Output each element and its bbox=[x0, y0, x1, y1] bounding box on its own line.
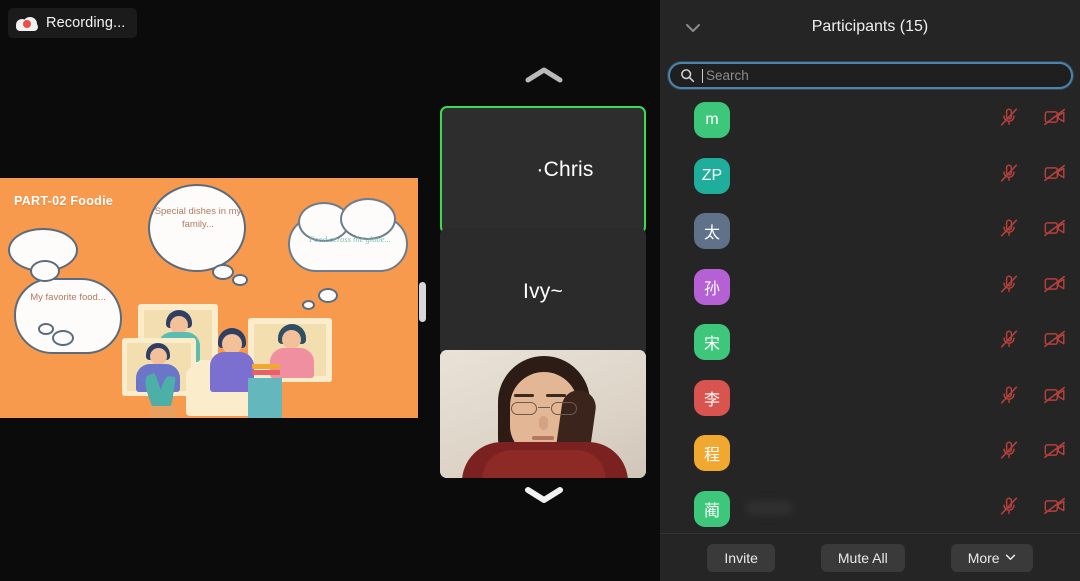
book-1 bbox=[252, 370, 280, 375]
participant-row[interactable]: 蔺 bbox=[660, 481, 1080, 533]
mic-muted-icon[interactable] bbox=[994, 326, 1024, 352]
shared-slide: My favorite food... Special dishes in my… bbox=[0, 178, 418, 418]
chevron-down-icon bbox=[1005, 554, 1015, 560]
figure-head-2 bbox=[150, 348, 167, 365]
invite-button[interactable]: Invite bbox=[707, 543, 775, 572]
video-off-icon[interactable] bbox=[1040, 215, 1070, 241]
video-tile-name: Ivy~ bbox=[523, 280, 563, 303]
avatar: m bbox=[694, 102, 730, 138]
shared-screen: My favorite food... Special dishes in my… bbox=[0, 178, 418, 418]
video-off-icon[interactable] bbox=[1040, 382, 1070, 408]
search-placeholder: Search bbox=[706, 68, 749, 83]
side-table bbox=[248, 378, 282, 418]
recording-indicator: Recording... bbox=[8, 8, 138, 38]
mic-muted-icon[interactable] bbox=[994, 493, 1024, 519]
video-off-icon[interactable] bbox=[1040, 160, 1070, 186]
more-button[interactable]: More bbox=[950, 543, 1033, 572]
mic-muted-icon[interactable] bbox=[994, 437, 1024, 463]
video-off-icon[interactable] bbox=[1040, 493, 1070, 519]
avatar: 李 bbox=[694, 379, 730, 416]
figure-head-3 bbox=[282, 330, 301, 349]
text-caret bbox=[702, 68, 703, 83]
participant-status-icons bbox=[994, 104, 1070, 130]
avatar: 太 bbox=[694, 213, 730, 249]
chevron-up-icon bbox=[525, 67, 563, 83]
participant-row[interactable]: ZP bbox=[660, 148, 1080, 204]
thought-tail-4 bbox=[232, 274, 248, 286]
search-input[interactable]: Search bbox=[668, 62, 1073, 89]
avatar: 程 bbox=[694, 435, 730, 471]
mic-muted-icon[interactable] bbox=[994, 104, 1024, 130]
bubble-text-right: Food across the globe... bbox=[309, 234, 391, 244]
bubble-text-left: My favorite food... bbox=[30, 292, 106, 303]
video-off-icon[interactable] bbox=[1040, 326, 1070, 352]
share-scrollbar[interactable] bbox=[419, 282, 426, 322]
participant-status-icons bbox=[994, 215, 1070, 241]
video-tile-webcam[interactable] bbox=[440, 350, 646, 478]
slide-title: PART-02 Foodie bbox=[14, 194, 114, 208]
participant-name bbox=[746, 500, 792, 515]
participant-status-icons bbox=[994, 160, 1070, 186]
thought-tail-6 bbox=[302, 300, 315, 310]
participant-row[interactable]: 程 bbox=[660, 425, 1080, 481]
participant-status-icons bbox=[994, 326, 1070, 352]
book-2 bbox=[252, 364, 280, 369]
more-label: More bbox=[967, 549, 1000, 566]
mic-muted-icon[interactable] bbox=[994, 160, 1024, 186]
search-row: Search bbox=[668, 62, 1080, 89]
participant-row[interactable]: 李 bbox=[660, 370, 1080, 426]
video-tile-name: ·Chris bbox=[536, 158, 594, 181]
cloud-record-icon bbox=[16, 16, 38, 31]
participants-panel-footer: Invite Mute All More bbox=[660, 533, 1080, 581]
mute-all-button[interactable]: Mute All bbox=[820, 543, 905, 572]
filmstrip-scroll-up-button[interactable] bbox=[515, 58, 573, 92]
participant-status-icons bbox=[994, 493, 1070, 519]
figure-head-4 bbox=[222, 334, 242, 354]
video-off-icon[interactable] bbox=[1040, 104, 1070, 130]
avatar: 宋 bbox=[694, 324, 730, 360]
webcam-video bbox=[440, 350, 646, 478]
avatar: ZP bbox=[694, 157, 730, 194]
mic-muted-icon[interactable] bbox=[994, 382, 1024, 408]
recording-label: Recording... bbox=[46, 15, 126, 31]
glasses bbox=[510, 402, 578, 415]
chevron-down-icon bbox=[525, 487, 563, 503]
filmstrip-scroll-down-button[interactable] bbox=[515, 478, 573, 512]
participants-panel-header: Participants (15) bbox=[660, 0, 1080, 56]
search-icon bbox=[681, 69, 695, 83]
video-filmstrip: ·Chris Ivy~ bbox=[440, 0, 650, 581]
thought-tail-1 bbox=[38, 323, 54, 335]
record-dot-icon bbox=[23, 19, 31, 28]
bubble-text-center: Special dishes in my family... bbox=[154, 206, 242, 230]
thought-bubble-left-lobe-2 bbox=[30, 260, 60, 282]
participant-row[interactable]: m bbox=[660, 92, 1080, 148]
plant-pot bbox=[150, 406, 176, 418]
mic-muted-icon[interactable] bbox=[994, 215, 1024, 241]
thought-tail-5 bbox=[318, 288, 338, 303]
participant-status-icons bbox=[994, 271, 1070, 297]
avatar: 蔺 bbox=[694, 490, 730, 527]
participant-status-icons bbox=[994, 382, 1070, 408]
video-off-icon[interactable] bbox=[1040, 271, 1070, 297]
video-tile-ivy[interactable]: Ivy~ bbox=[440, 228, 646, 356]
avatar: 孙 bbox=[694, 268, 730, 305]
participant-status-icons bbox=[994, 437, 1070, 463]
participant-row[interactable]: 太 bbox=[660, 203, 1080, 259]
participant-row[interactable]: 宋 bbox=[660, 314, 1080, 370]
participant-row[interactable]: 孙 bbox=[660, 259, 1080, 315]
mic-muted-icon[interactable] bbox=[994, 271, 1024, 297]
thought-tail-3 bbox=[212, 264, 234, 280]
participants-list[interactable]: m ZP 太 孙 宋 李 程 蔺 bbox=[660, 92, 1080, 532]
zoom-meeting-window: Recording... My favorite food... Special… bbox=[0, 0, 1080, 581]
video-off-icon[interactable] bbox=[1040, 437, 1070, 463]
participants-panel-title: Participants (15) bbox=[811, 18, 929, 35]
thought-tail-2 bbox=[52, 330, 74, 346]
video-tile-chris[interactable]: ·Chris bbox=[440, 106, 646, 234]
